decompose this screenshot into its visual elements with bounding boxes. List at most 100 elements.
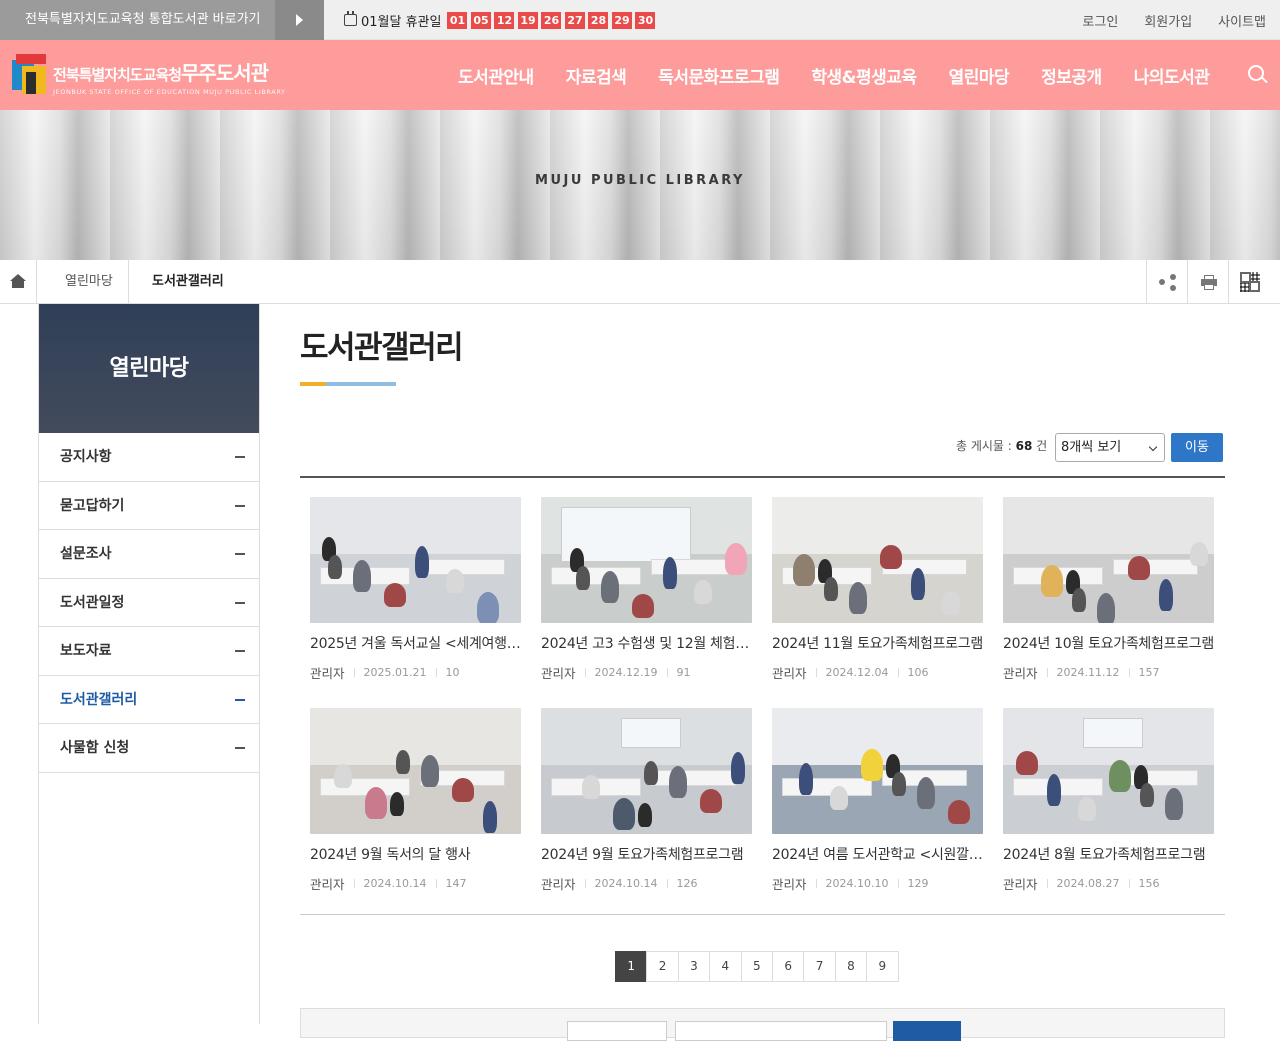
gallery-card-title[interactable]: 2024년 여름 도서관학교 <시원깔깔 여름> — [772, 844, 983, 864]
nav-search[interactable]: 자료검색 — [550, 63, 643, 88]
unified-library-link[interactable]: 전북특별자치도교육청 통합도서관 바로가기 — [0, 0, 275, 40]
gallery-card-title[interactable]: 2025년 겨울 독서교실 <세계여행 떠나요> — [310, 633, 521, 653]
gallery-card-date: 2024.11.12 — [1056, 666, 1120, 679]
gallery-thumbnail[interactable] — [1003, 497, 1214, 623]
sidebar-item-locker[interactable]: 사물함 신청 — [39, 724, 259, 773]
sidebar-item-survey[interactable]: 설문조사 — [39, 530, 259, 579]
signup-link[interactable]: 회원가입 — [1144, 11, 1192, 30]
chevron-down-icon — [1148, 442, 1158, 452]
nav-my-library[interactable]: 나의도서관 — [1118, 63, 1226, 88]
sidebar-item-press[interactable]: 보도자료 — [39, 627, 259, 676]
gallery-card[interactable]: 2024년 여름 도서관학교 <시원깔깔 여름> 관리자 2024.10.10 … — [772, 708, 984, 893]
page-button-5[interactable]: 5 — [740, 951, 773, 982]
go-button[interactable]: 이동 — [1171, 433, 1223, 462]
gallery-card-title[interactable]: 2024년 9월 독서의 달 행사 — [310, 844, 521, 864]
gallery-thumbnail[interactable] — [310, 708, 521, 834]
holiday-date-badge: 30 — [635, 11, 656, 29]
utility-links: 로그인 회원가입 사이트맵 — [1056, 0, 1266, 40]
sub-visual-banner: MUJU PUBLIC LIBRARY — [0, 110, 1280, 260]
gallery-card[interactable]: 2025년 겨울 독서교실 <세계여행 떠나요> 관리자 2025.01.21 … — [310, 497, 522, 682]
page-button-4[interactable]: 4 — [709, 951, 742, 982]
page-button-6[interactable]: 6 — [771, 951, 805, 982]
search-button[interactable] — [893, 1021, 961, 1041]
gallery-card-views: 147 — [445, 877, 467, 890]
page-button-8[interactable]: 8 — [834, 951, 868, 982]
page-button-3[interactable]: 3 — [677, 951, 711, 982]
gallery-card-views: 91 — [676, 666, 691, 679]
gallery-card-views: 126 — [676, 877, 698, 890]
nav-open-forum[interactable]: 열린마당 — [933, 63, 1026, 88]
gallery-thumbnail[interactable] — [1003, 708, 1214, 834]
page-button-7[interactable]: 7 — [803, 951, 836, 982]
gallery-card[interactable]: 2024년 9월 토요가족체험프로그램 관리자 2024.10.14 126 — [541, 708, 753, 893]
library-logo-text[interactable]: 전북특별자치도교육청무주도서관 JEONBUK STATE OFFICE OF … — [53, 57, 286, 96]
logo-name: 무주도서관 — [181, 61, 269, 85]
gallery-card[interactable]: 2024년 고3 수험생 및 12월 체험 프로그램 관리자 2024.12.1… — [541, 497, 753, 682]
nav-education[interactable]: 학생&평생교육 — [795, 63, 932, 88]
holiday-date-badge: 19 — [517, 11, 538, 29]
gallery-card-title[interactable]: 2024년 11월 토요가족체험프로그램 — [772, 633, 983, 653]
gallery-card-date: 2024.10.14 — [363, 877, 427, 890]
minus-icon — [235, 553, 245, 555]
gallery-card-title[interactable]: 2024년 9월 토요가족체험프로그램 — [541, 844, 752, 864]
home-icon[interactable] — [0, 260, 36, 304]
holiday-date-badge: 26 — [541, 11, 562, 29]
gallery-card[interactable]: 2024년 9월 독서의 달 행사 관리자 2024.10.14 147 — [310, 708, 522, 893]
page-button-1[interactable]: 1 — [615, 951, 648, 982]
gallery-card-author: 관리자 — [541, 877, 576, 892]
page-button-2[interactable]: 2 — [646, 951, 679, 982]
holiday-date-badge: 27 — [564, 11, 585, 29]
banner-text: MUJU PUBLIC LIBRARY — [535, 173, 745, 188]
gallery-card-title[interactable]: 2024년 10월 토요가족체험프로그램 — [1003, 633, 1214, 653]
nav-reading-programs[interactable]: 독서문화프로그램 — [642, 63, 795, 88]
gallery-card-title[interactable]: 2024년 고3 수험생 및 12월 체험 프로그램 — [541, 633, 752, 653]
post-count-unit: 건 — [1032, 439, 1048, 453]
gallery-card-meta: 관리자 2024.08.27 156 — [1003, 874, 1215, 893]
login-link[interactable]: 로그인 — [1082, 11, 1118, 30]
gallery-thumbnail[interactable] — [772, 708, 983, 834]
sidebar-item-gallery[interactable]: 도서관갤러리 — [39, 676, 259, 724]
sidebar-item-label: 사물함 신청 — [60, 740, 130, 756]
gallery-card[interactable]: 2024년 8월 토요가족체험프로그램 관리자 2024.08.27 156 — [1003, 708, 1215, 893]
sidebar-item-label: 보도자료 — [60, 643, 112, 659]
gallery-card-title[interactable]: 2024년 8월 토요가족체험프로그램 — [1003, 844, 1214, 864]
minus-icon — [235, 601, 245, 604]
gallery-thumbnail[interactable] — [310, 497, 521, 623]
gallery-card-author: 관리자 — [310, 877, 345, 892]
holiday-date-badge: 05 — [470, 11, 491, 29]
gallery-thumbnail[interactable] — [541, 497, 752, 623]
gallery-thumbnail[interactable] — [541, 708, 752, 834]
holiday-date-badge: 01 — [447, 11, 468, 29]
share-icon[interactable] — [1146, 260, 1187, 304]
gallery-card-date: 2024.12.04 — [825, 666, 889, 679]
library-logo[interactable] — [12, 54, 48, 96]
minus-icon — [235, 504, 245, 507]
sidebar-item-notice[interactable]: 공지사항 — [39, 433, 259, 482]
search-icon[interactable] — [1248, 65, 1268, 87]
qr-code-icon[interactable] — [1228, 260, 1272, 304]
sidebar-item-qna[interactable]: 묻고답하기 — [39, 482, 259, 530]
logo-prefix: 전북특별자치도교육청 — [53, 66, 182, 84]
search-input[interactable] — [675, 1021, 887, 1041]
print-icon[interactable] — [1187, 260, 1228, 304]
calendar-icon — [344, 11, 357, 26]
list-bottom-border — [300, 914, 1225, 915]
breadcrumb-level2[interactable]: 도서관갤러리 — [152, 260, 224, 304]
gallery-card[interactable]: 2024년 10월 토요가족체험프로그램 관리자 2024.11.12 157 — [1003, 497, 1215, 682]
sidebar-item-label: 설문조사 — [60, 546, 112, 562]
search-field-select[interactable] — [567, 1021, 667, 1041]
holiday-date-badge: 29 — [611, 11, 632, 29]
sidebar-item-schedule[interactable]: 도서관일정 — [39, 579, 259, 627]
gallery-card[interactable]: 2024년 11월 토요가족체험프로그램 관리자 2024.12.04 106 — [772, 497, 984, 682]
page-button-9[interactable]: 9 — [866, 951, 899, 982]
breadcrumb-level1[interactable]: 열린마당 — [65, 260, 113, 304]
nav-info-disclosure[interactable]: 정보공개 — [1025, 63, 1118, 88]
gallery-card-date: 2024.10.14 — [594, 877, 658, 890]
gallery-card-views: 157 — [1138, 666, 1160, 679]
sidebar-title: 열린마당 — [39, 304, 259, 433]
gallery-thumbnail[interactable] — [772, 497, 983, 623]
sitemap-link[interactable]: 사이트맵 — [1218, 11, 1266, 30]
nav-library-info[interactable]: 도서관안내 — [442, 63, 550, 88]
unified-library-arrow-button[interactable] — [275, 0, 324, 40]
per-page-select[interactable]: 8개씩 보기 — [1055, 433, 1165, 462]
